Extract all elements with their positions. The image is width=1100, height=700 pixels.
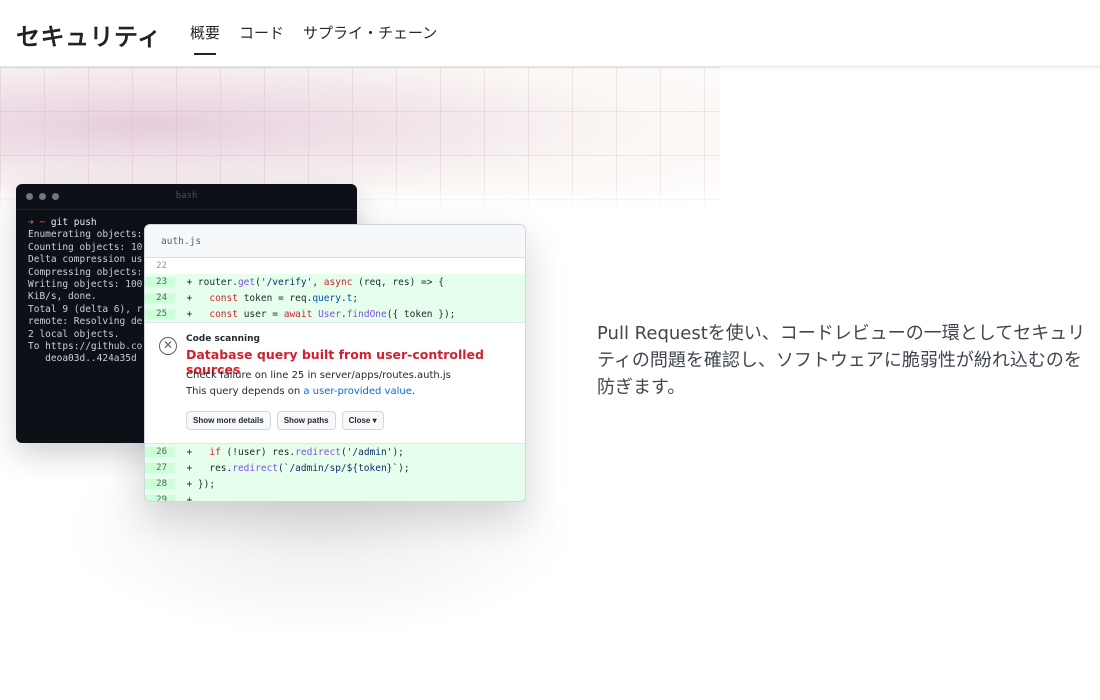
line-number: 28: [145, 479, 175, 489]
code-line-added: 23 + router.get('/verify', async (req, r…: [145, 274, 525, 290]
code-text: + res.redirect(`/admin/sp/${token}`);: [186, 462, 410, 474]
line-number: 25: [145, 309, 175, 319]
code-line-added: 27 + res.redirect(`/admin/sp/${token}`);: [145, 460, 525, 476]
code-text: + router.get('/verify', async (req, res)…: [186, 276, 444, 288]
alert-dependency-prefix: This query depends on: [186, 386, 304, 397]
top-navigation: セキュリティ 概要 コード サプライ・チェーン: [0, 0, 1100, 67]
code-line: 22: [145, 258, 525, 274]
alert-kicker: Code scanning: [186, 334, 260, 344]
feature-description: Pull Requestを使い、コードレビューの一環としてセキュリティの問題を確…: [597, 323, 1086, 398]
line-number: 24: [145, 293, 175, 303]
alert-description: Check failure on line 25 in server/apps/…: [186, 370, 451, 381]
code-line-added: 26 + if (!user) res.redirect('/admin');: [145, 444, 525, 460]
line-number: 22: [156, 261, 167, 271]
terminal-command: git push: [50, 217, 97, 228]
code-review-card: auth.js 22 23 + router.get('/verify', as…: [144, 224, 526, 502]
close-dropdown-button[interactable]: Close ▾: [341, 411, 384, 430]
show-paths-button[interactable]: Show paths: [276, 411, 336, 430]
code-text: + if (!user) res.redirect('/admin');: [186, 446, 404, 458]
terminal-titlebar: bash: [16, 184, 357, 210]
code-line-added: 25 + const user = await User.findOne({ t…: [145, 306, 525, 322]
line-number: 26: [145, 447, 175, 457]
x-circle-icon: ✕: [159, 337, 177, 355]
page-brand-title[interactable]: セキュリティ: [16, 17, 162, 52]
alert-dependency-text: This query depends on a user-provided va…: [186, 386, 415, 397]
code-scanning-alert: ✕ Code scanning Database query built fro…: [145, 322, 525, 444]
user-provided-value-link[interactable]: a user-provided value: [303, 386, 411, 397]
tab-supply-chain[interactable]: サプライ・チェーン: [303, 22, 437, 49]
line-number: 27: [145, 463, 175, 473]
tab-code[interactable]: コード: [239, 22, 284, 49]
line-number: 23: [145, 277, 175, 287]
show-more-details-button[interactable]: Show more details: [186, 411, 271, 430]
code-text: + const token = req.query.t;: [186, 292, 359, 304]
code-line-added: 28 + });: [145, 476, 525, 492]
code-line-added: 24 + const token = req.query.t;: [145, 290, 525, 306]
section-tabs: 概要 コード サプライ・チェーン: [190, 22, 456, 55]
terminal-title: bash: [175, 191, 198, 201]
code-text: +: [186, 494, 193, 502]
alert-dependency-suffix: .: [411, 386, 416, 397]
tab-overview[interactable]: 概要: [190, 22, 220, 55]
code-line-added: 29 +: [145, 492, 525, 502]
file-header: auth.js: [145, 225, 525, 258]
code-text: + const user = await User.findOne({ toke…: [186, 308, 456, 320]
alert-actions: Show more details Show paths Close ▾: [186, 411, 384, 430]
code-text: + });: [186, 478, 216, 490]
line-number: 29: [145, 495, 175, 501]
prompt-arrow-icon: ➜ ~: [28, 217, 51, 228]
